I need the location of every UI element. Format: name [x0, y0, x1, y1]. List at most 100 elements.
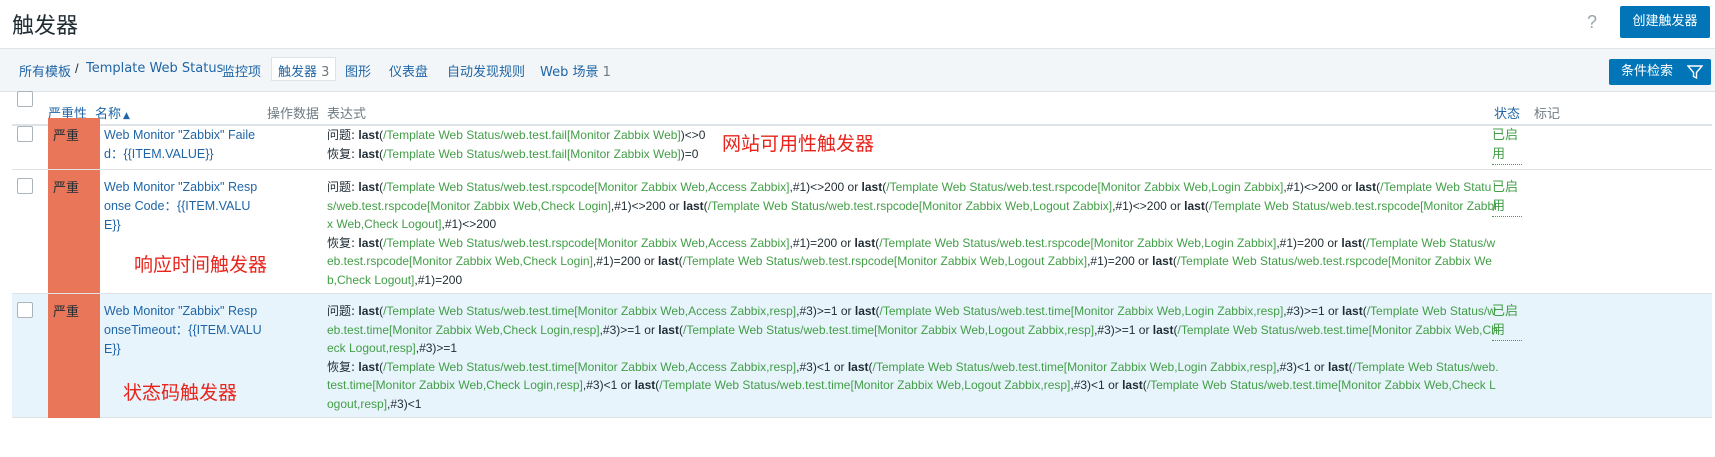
nav-discovery-rules[interactable]: 自动发现规则 [447, 61, 525, 80]
expression-item-link[interactable]: /Template Web Status/web.test.rspcode[Mo… [683, 254, 1087, 268]
nav-triggers-count: 3 [321, 65, 330, 80]
expression-operator: )=0 [680, 146, 699, 161]
status-toggle[interactable]: 已启用 [1492, 302, 1522, 341]
recovery-label: 恢复: [327, 235, 356, 250]
expression-operator: ,#1)<>200 or [1283, 180, 1356, 194]
nav-all-templates[interactable]: 所有模板 [19, 61, 71, 80]
nav-dashboards[interactable]: 仪表盘 [389, 61, 428, 80]
expression-function: last [657, 254, 679, 269]
problem-expression: 问题: last(/Template Web Status/web.test.f… [327, 126, 1499, 145]
expression-operator: ,#1)<>200 or [610, 198, 683, 213]
template-navigation: 所有模板 / Template Web Status 监控项 触发器 3 图形 … [0, 48, 1715, 92]
expression-item-link[interactable]: /Template Web Status/web.test.fail[Monit… [383, 147, 681, 161]
expression-function: last [861, 180, 883, 194]
expression-function: last [658, 322, 679, 337]
expression-operator: ,#1)<>200 or [1112, 198, 1185, 213]
nav-items[interactable]: 监控项 [222, 61, 261, 80]
recovery-expression: 恢复: last(/Template Web Status/web.test.t… [327, 358, 1499, 414]
expression-operator: ,#3)>=1 or [796, 304, 855, 318]
severity-badge: 严重 [48, 294, 100, 418]
problem-label: 问题: [327, 128, 356, 142]
expression-item-link[interactable]: /Template Web Status/web.test.time[Monit… [873, 360, 1277, 374]
expression-item-link[interactable]: /Template Web Status/web.test.fail[Monit… [383, 128, 681, 142]
expression-function: last [358, 304, 380, 318]
problem-expression: 问题: last(/Template Web Status/web.test.t… [327, 302, 1499, 358]
expression-item-link[interactable]: /Template Web Status/web.test.rspcode[Mo… [383, 180, 789, 194]
trigger-name-link[interactable]: Web Monitor "Zabbix" ResponseTimeout：{{I… [104, 302, 264, 359]
row-checkbox[interactable] [17, 126, 33, 142]
trigger-expression: 问题: last(/Template Web Status/web.test.r… [327, 178, 1499, 290]
nav-graphs[interactable]: 图形 [345, 61, 371, 80]
status-toggle[interactable]: 已启用 [1492, 178, 1522, 217]
expression-function: last [358, 146, 380, 161]
expression-operator: ,#3)<1 [387, 396, 422, 411]
annotation-label: 响应时间触发器 [134, 254, 268, 276]
expression-operator: ,#3)>=1 or [599, 322, 659, 337]
filter-button[interactable]: 条件检索 [1609, 59, 1711, 85]
severity-badge: 严重 [48, 170, 100, 293]
expression-item-link[interactable]: /Template Web Status/web.test.time[Monit… [659, 378, 1070, 392]
nav-web-label: Web 场景 [540, 65, 599, 80]
expression-item-link[interactable]: /Template Web Status/web.test.rspcode[Mo… [886, 180, 1283, 194]
table-row: 严重 Web Monitor "Zabbix" Response Code：{{… [12, 170, 1712, 294]
status-toggle[interactable]: 已启用 [1492, 126, 1522, 165]
trigger-name-link[interactable]: Web Monitor "Zabbix" Response Code：{{ITE… [104, 178, 264, 235]
row-checkbox[interactable] [17, 178, 33, 194]
recovery-expression: 恢复: last(/Template Web Status/web.test.f… [327, 145, 1499, 164]
expression-item-link[interactable]: /Template Web Status/web.test.time[Monit… [880, 304, 1284, 318]
expression-function: last [682, 198, 704, 213]
select-all-checkbox[interactable] [17, 91, 33, 107]
expression-operator: ,#3)>=1 or [1283, 304, 1343, 318]
filter-button-label: 条件检索 [1621, 64, 1674, 79]
trigger-name-link[interactable]: Web Monitor "Zabbix" Failed：{{ITEM.VALUE… [104, 126, 264, 164]
expression-operator: ,#1)<>200 or [789, 180, 862, 194]
expression-function: last [1342, 304, 1363, 318]
expression-item-link[interactable]: /Template Web Status/web.test.time[Monit… [383, 360, 796, 374]
annotation-label: 网站可用性触发器 [722, 133, 875, 155]
nav-template[interactable]: Template Web Status [86, 61, 223, 76]
expression-function: last [854, 304, 876, 318]
expression-operator: ,#3)<1 or [582, 378, 635, 393]
breadcrumb-separator: / [75, 61, 79, 76]
nav-web-count: 1 [602, 65, 611, 80]
page-header: 触发器 ? 创建触发器 [0, 0, 1715, 48]
nav-triggers-tab[interactable]: 触发器 3 [271, 57, 337, 81]
expression-function: last [1122, 378, 1143, 393]
expression-operator: ,#3)<1 or [1070, 378, 1123, 393]
expression-operator: ,#1)<>200 [441, 217, 497, 232]
expression-operator: ,#3)>=1 [415, 341, 458, 356]
page-title: 触发器 [12, 14, 79, 39]
expression-function: last [358, 180, 380, 194]
recovery-label: 恢复: [327, 359, 356, 374]
annotation-label: 状态码触发器 [123, 382, 238, 404]
expression-function: last [1152, 254, 1173, 269]
recovery-expression: 恢复: last(/Template Web Status/web.test.r… [327, 234, 1499, 290]
create-trigger-button[interactable]: 创建触发器 [1620, 6, 1710, 38]
expression-operator: ,#1)=200 or [789, 235, 855, 250]
trigger-expression: 问题: last(/Template Web Status/web.test.t… [327, 302, 1499, 414]
expression-operator: ,#3)<1 or [1276, 359, 1328, 374]
expression-function: last [634, 378, 656, 393]
expression-item-link[interactable]: /Template Web Status/web.test.time[Monit… [383, 304, 796, 318]
expression-item-link[interactable]: /Template Web Status/web.test.time[Monit… [683, 323, 1094, 337]
expression-function: last [1341, 235, 1363, 250]
trigger-expression: 问题: last(/Template Web Status/web.test.f… [327, 126, 1499, 163]
nav-web-scenarios[interactable]: Web 场景 1 [540, 61, 611, 80]
table-row: 严重 Web Monitor "Zabbix" ResponseTimeout：… [12, 294, 1712, 418]
expression-function: last [847, 359, 869, 374]
row-checkbox[interactable] [17, 302, 33, 318]
expression-function: last [358, 128, 380, 142]
problem-label: 问题: [327, 304, 356, 318]
expression-item-link[interactable]: /Template Web Status/web.test.rspcode[Mo… [879, 236, 1276, 250]
expression-operator: ,#3)>=1 or [1094, 322, 1153, 337]
expression-function: last [358, 359, 380, 374]
expression-operator: ,#1)=200 or [592, 254, 658, 269]
expression-operator: ,#1)=200 or [1087, 254, 1153, 269]
nav-triggers-label: 触发器 [278, 65, 318, 80]
expression-item-link[interactable]: /Template Web Status/web.test.rspcode[Mo… [708, 199, 1112, 213]
expression-item-link[interactable]: /Template Web Status/web.test.rspcode[Mo… [383, 236, 789, 250]
help-icon[interactable]: ? [1580, 10, 1604, 34]
expression-function: last [854, 235, 876, 250]
expression-function: last [1327, 359, 1349, 374]
severity-badge: 严重 [48, 118, 100, 169]
